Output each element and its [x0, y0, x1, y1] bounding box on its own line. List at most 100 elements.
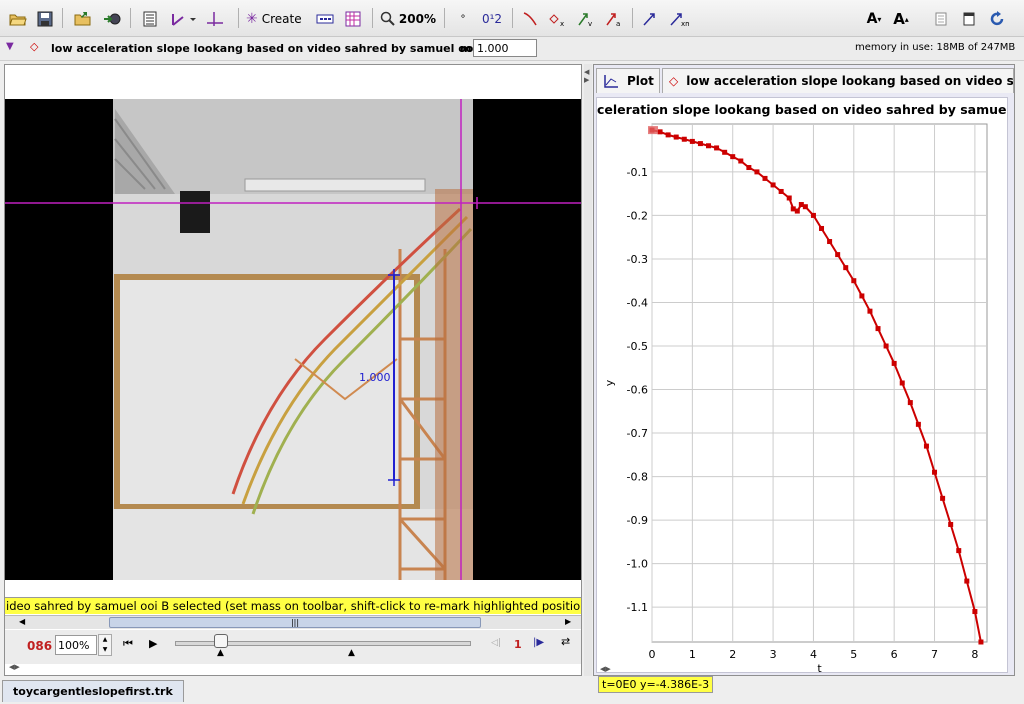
data-point	[689, 138, 695, 144]
save-icon[interactable]	[35, 7, 55, 31]
export-icon[interactable]	[101, 7, 123, 31]
data-point	[956, 548, 962, 554]
memory-status: memory in use: 18MB of 247MB	[855, 42, 1016, 53]
filter-grid-icon[interactable]	[342, 7, 364, 31]
data-point	[714, 145, 720, 151]
x-tick-label: 0	[649, 648, 656, 661]
create-track-button[interactable]: ✳ Create	[246, 7, 306, 31]
y-tick-label: -1.1	[627, 601, 648, 614]
decimal-places-label: 0¹2	[481, 12, 503, 26]
file-tab[interactable]: toycargentleslopefirst.trk	[2, 680, 184, 702]
y-tick-label: -0.1	[627, 166, 648, 179]
data-point	[722, 149, 728, 155]
y-tick-label: -0.8	[627, 471, 648, 484]
split-divider[interactable]: ◀ ▶	[584, 64, 592, 676]
data-point	[786, 195, 792, 201]
mass-label: m	[460, 42, 472, 55]
data-point	[770, 182, 776, 188]
rewind-icon[interactable]: ⏮	[123, 637, 133, 651]
x-tick-label: 3	[770, 648, 777, 661]
x-tick-label: 7	[931, 648, 938, 661]
angle-units-icon[interactable]: °	[455, 7, 471, 31]
plot-area[interactable]: celeration slope lookang based on video …	[596, 97, 1008, 693]
y-tick-label: -0.9	[627, 514, 648, 527]
x-tick-label: 4	[810, 648, 817, 661]
acceleration-vector-icon[interactable]: a	[604, 7, 624, 31]
import-icon[interactable]	[72, 7, 94, 31]
decimal-places-button[interactable]: 0¹2	[478, 7, 506, 31]
video-frame[interactable]: 1.000	[5, 99, 581, 580]
play-icon[interactable]: ▶	[149, 637, 157, 650]
video-horizontal-scrollbar[interactable]: ◀ ||| ▶	[5, 615, 581, 629]
step-forward-icon[interactable]: |▶	[533, 637, 544, 648]
mass-field[interactable]	[473, 39, 537, 57]
svg-text:v: v	[588, 20, 592, 27]
clip-settings-icon[interactable]	[140, 7, 160, 31]
data-point	[899, 380, 905, 386]
plot-frame	[651, 123, 988, 643]
track-property-bar: ▼ ◇ low acceleration slope lookang based…	[0, 37, 1024, 61]
data-point	[706, 143, 712, 149]
data-point	[923, 443, 929, 449]
end-frame-marker-icon[interactable]: ▲	[348, 648, 355, 658]
y-tick-label: -0.7	[627, 427, 648, 440]
frame-number[interactable]: 086	[27, 639, 52, 653]
data-point	[681, 136, 687, 142]
plot-axes-icon	[604, 75, 618, 88]
tab-track-data[interactable]: ◇ low acceleration slope lookang based o…	[662, 68, 1014, 93]
toolbar-separator	[238, 8, 239, 28]
tab-plot[interactable]: Plot	[596, 68, 660, 93]
notes-icon[interactable]	[932, 7, 950, 31]
coordinate-axes-icon[interactable]	[168, 7, 198, 31]
create-star-icon: ✳	[246, 11, 258, 27]
scroll-left-arrow-icon[interactable]: ◀	[19, 617, 31, 628]
playback-rate-field[interactable]	[55, 635, 97, 655]
force-vector-icon[interactable]	[640, 7, 662, 31]
open-file-icon[interactable]	[8, 7, 28, 31]
tab-track-label: low acceleration slope lookang based on …	[686, 74, 1014, 88]
velocity-vector-icon[interactable]: v	[576, 7, 596, 31]
step-size[interactable]: 1	[514, 638, 522, 651]
x-tick-label: 1	[689, 648, 696, 661]
start-frame-marker-icon[interactable]: ▲	[217, 648, 224, 658]
position-marker-icon[interactable]: x	[548, 7, 568, 31]
create-label: Create	[261, 12, 302, 26]
rate-spinner[interactable]: ▲ ▼	[98, 634, 112, 656]
data-point	[891, 360, 897, 366]
x-tick-label: 6	[891, 648, 898, 661]
plot-chart[interactable]: 0 1 2 3 4 5 6 7 8 -0.1 -0.2 -0.3 -0.4 -0.5 -0.6 -0.7 -0.…	[597, 98, 1007, 672]
y-tick-label: -1.0	[627, 558, 648, 571]
track-dropdown-icon[interactable]: ▼	[6, 41, 14, 52]
frame-slider-thumb[interactable]	[214, 634, 228, 648]
data-point	[851, 278, 857, 284]
loop-icon[interactable]: ⇄	[561, 635, 570, 648]
data-point	[843, 265, 849, 271]
x-tick-label: 2	[729, 648, 736, 661]
zoom-button[interactable]: 200%	[380, 7, 436, 31]
trail-icon[interactable]	[520, 7, 540, 31]
track-list-icon[interactable]	[314, 7, 336, 31]
track-title[interactable]: low acceleration slope lookang based on …	[51, 42, 489, 55]
data-point	[932, 469, 938, 475]
svg-text:xm: xm	[681, 20, 689, 27]
properties-icon[interactable]	[960, 7, 978, 31]
toolbar-separator	[632, 8, 633, 28]
refresh-icon[interactable]	[987, 7, 1007, 31]
plot-collapse-icon[interactable]: ◀▶	[600, 665, 611, 673]
plot-panel: Plot ◇ low acceleration slope lookang ba…	[593, 64, 1015, 693]
momentum-vector-icon[interactable]: xm	[668, 7, 690, 31]
toolbar-separator	[62, 8, 63, 28]
font-smaller-icon[interactable]: A ▾	[863, 7, 885, 31]
y-tick-label: -0.5	[627, 340, 648, 353]
selection-status: ideo sahred by samuel ooi B selected (se…	[5, 597, 581, 614]
toolbar-separator	[512, 8, 513, 28]
step-back-icon[interactable]: ◁|	[491, 638, 501, 648]
split-collapse-icon[interactable]: ◀▶	[9, 663, 20, 671]
scroll-right-arrow-icon[interactable]: ▶	[565, 617, 577, 628]
font-larger-icon[interactable]: A ▴	[890, 7, 912, 31]
scroll-thumb[interactable]: |||	[109, 617, 481, 628]
tape-measure-icon[interactable]	[205, 7, 225, 31]
divider-arrows-icon[interactable]: ◀ ▶	[584, 68, 589, 84]
y-tick-label: -0.4	[627, 296, 648, 309]
selected-point-highlight	[648, 126, 658, 135]
